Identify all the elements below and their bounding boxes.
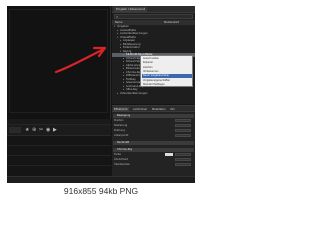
value-box[interactable] [175, 163, 191, 166]
fx-row-scale: Skalierung [114, 124, 193, 128]
value-box[interactable] [175, 134, 191, 137]
track-divider [7, 165, 111, 166]
track-divider [7, 145, 111, 146]
tab-audio-mixer[interactable]: Audiomixer [132, 107, 148, 112]
value-box[interactable] [175, 158, 191, 161]
timecode-display[interactable] [9, 127, 21, 133]
fx-row-similarity: Ähnlichkeit [114, 158, 193, 162]
track-divider [7, 155, 111, 156]
image-caption: 916x855 94kb PNG [63, 186, 139, 196]
value-box[interactable] [175, 119, 191, 122]
tab-metadata[interactable]: Metadaten [151, 107, 166, 112]
video-preview [9, 9, 108, 113]
search-icon: ⌕ [116, 14, 119, 19]
timeline-toolbar: ★ ⊕ ✂ ◉ ▶ [7, 125, 111, 136]
value-box[interactable] [175, 124, 191, 127]
section-opacity[interactable]: Deckkraft [113, 141, 194, 145]
tab-project[interactable]: Projekt: Unbenannt [114, 7, 147, 12]
project-tabbar: Projekt: Unbenannt [112, 6, 195, 13]
status-bar [7, 176, 195, 183]
target-icon[interactable]: ⊕ [32, 127, 36, 133]
tab-effect-controls[interactable]: Effekteinst. [113, 107, 130, 112]
context-menu-item[interactable]: Standard festlegen [142, 83, 192, 87]
tree-item[interactable]: ▸ Videoüberblendungen [112, 92, 195, 96]
context-menu: Ausschneiden Kopieren Löschen Umbenennen Neu… [140, 55, 193, 87]
play-icon[interactable]: ▶ [53, 127, 57, 133]
section-motion[interactable]: Bewegung [113, 114, 194, 118]
section-chroma-key[interactable]: Chroma-Key [113, 148, 194, 152]
fx-row-color: Farbe [114, 153, 193, 157]
tree-item-label: Videoüberblendungen [120, 91, 148, 95]
search-input[interactable] [121, 15, 191, 18]
value-box[interactable] [175, 153, 191, 156]
tab-info[interactable]: Info [169, 107, 176, 112]
timeline-tracks[interactable] [7, 136, 111, 176]
fx-row-anchor: Ankerpunkt [114, 134, 193, 138]
search-row: ⌕ [114, 14, 193, 19]
program-monitor [7, 6, 111, 119]
color-swatch[interactable] [165, 153, 173, 156]
star-icon[interactable]: ★ [25, 127, 29, 133]
attachment-frame: ★ ⊕ ✂ ◉ ▶ Projekt: Unbenannt ⌕ Name Medi… [0, 0, 202, 202]
effects-tabbar: Effekteinst. Audiomixer Metadaten Info [112, 106, 195, 112]
effect-controls-panel: Effekteinst. Audiomixer Metadaten Info B… [112, 105, 195, 176]
fx-row-rotation: Drehung [114, 129, 193, 133]
fx-row-blend: Überblenden [114, 163, 193, 167]
value-box[interactable] [175, 129, 191, 132]
scissors-icon[interactable]: ✂ [39, 127, 43, 133]
fx-row-position: Position [114, 119, 193, 123]
screenshot: ★ ⊕ ✂ ◉ ▶ Projekt: Unbenannt ⌕ Name Medi… [7, 6, 195, 183]
record-icon[interactable]: ◉ [46, 127, 50, 133]
